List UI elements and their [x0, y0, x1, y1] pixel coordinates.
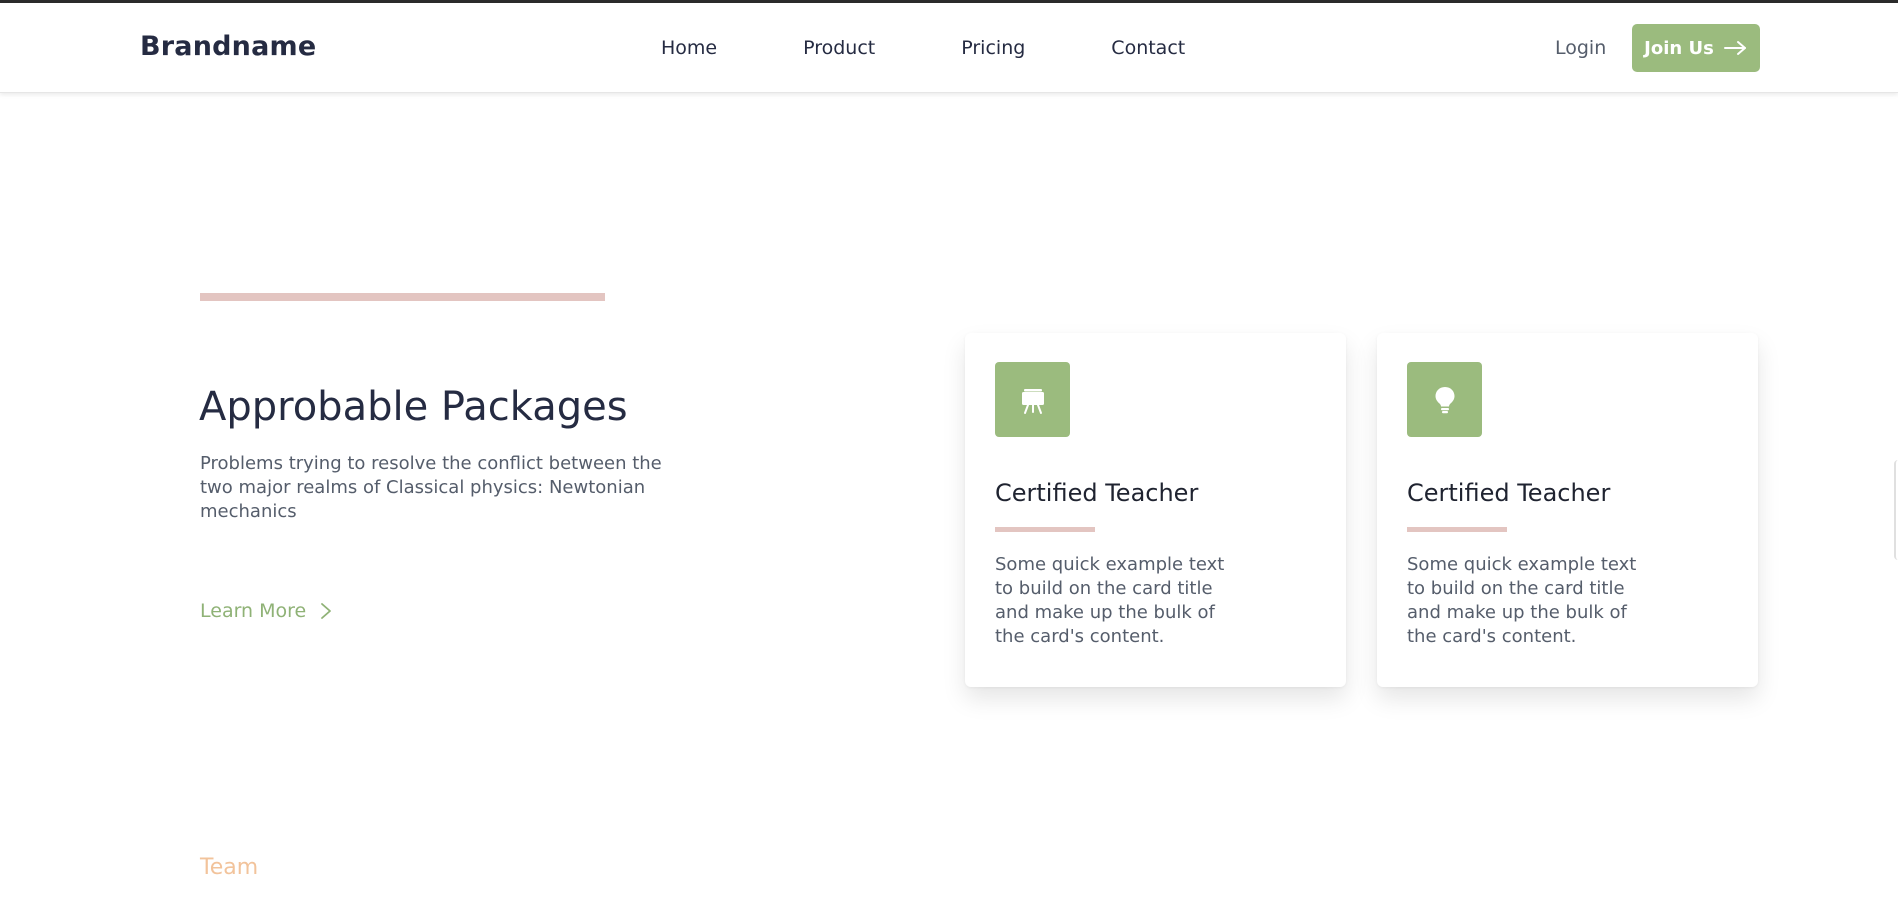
nav-link-home[interactable]: Home [661, 37, 717, 59]
learn-more-link[interactable]: Learn More [200, 600, 332, 622]
join-us-button[interactable]: Join Us [1632, 24, 1760, 72]
card-divider [995, 527, 1095, 532]
lightbulb-icon [1435, 386, 1454, 413]
learn-more-label: Learn More [200, 600, 307, 622]
card-text: Some quick example text to build on the … [995, 554, 1225, 647]
hero-title: Approbable Packages [199, 384, 628, 430]
navbar: Brandname Home Product Pricing Contact L… [0, 3, 1898, 93]
card-icon-box [1407, 362, 1482, 437]
scroll-edge-decoration [1894, 460, 1898, 560]
card-divider [1407, 527, 1507, 532]
card-title: Certified Teacher [995, 479, 1199, 507]
easel-icon [1021, 388, 1044, 414]
feature-card: Certified Teacher Some quick example tex… [1377, 333, 1758, 687]
card-icon-box [995, 362, 1070, 437]
team-section-label: Team [200, 855, 259, 880]
nav-link-contact[interactable]: Contact [1111, 37, 1185, 59]
chevron-right-icon [321, 603, 332, 619]
hero-description: Problems trying to resolve the conflict … [200, 453, 662, 522]
login-link[interactable]: Login [1555, 37, 1606, 59]
main-nav: Home Product Pricing Contact [661, 37, 1185, 59]
card-title: Certified Teacher [1407, 479, 1611, 507]
nav-link-product[interactable]: Product [803, 37, 875, 59]
join-us-label: Join Us [1644, 37, 1714, 59]
feature-card: Certified Teacher Some quick example tex… [965, 333, 1346, 687]
hero-accent-bar [200, 293, 605, 301]
arrow-right-icon [1723, 41, 1746, 55]
nav-link-pricing[interactable]: Pricing [961, 37, 1025, 59]
card-text: Some quick example text to build on the … [1407, 554, 1637, 647]
brand-logo[interactable]: Brandname [140, 31, 316, 62]
